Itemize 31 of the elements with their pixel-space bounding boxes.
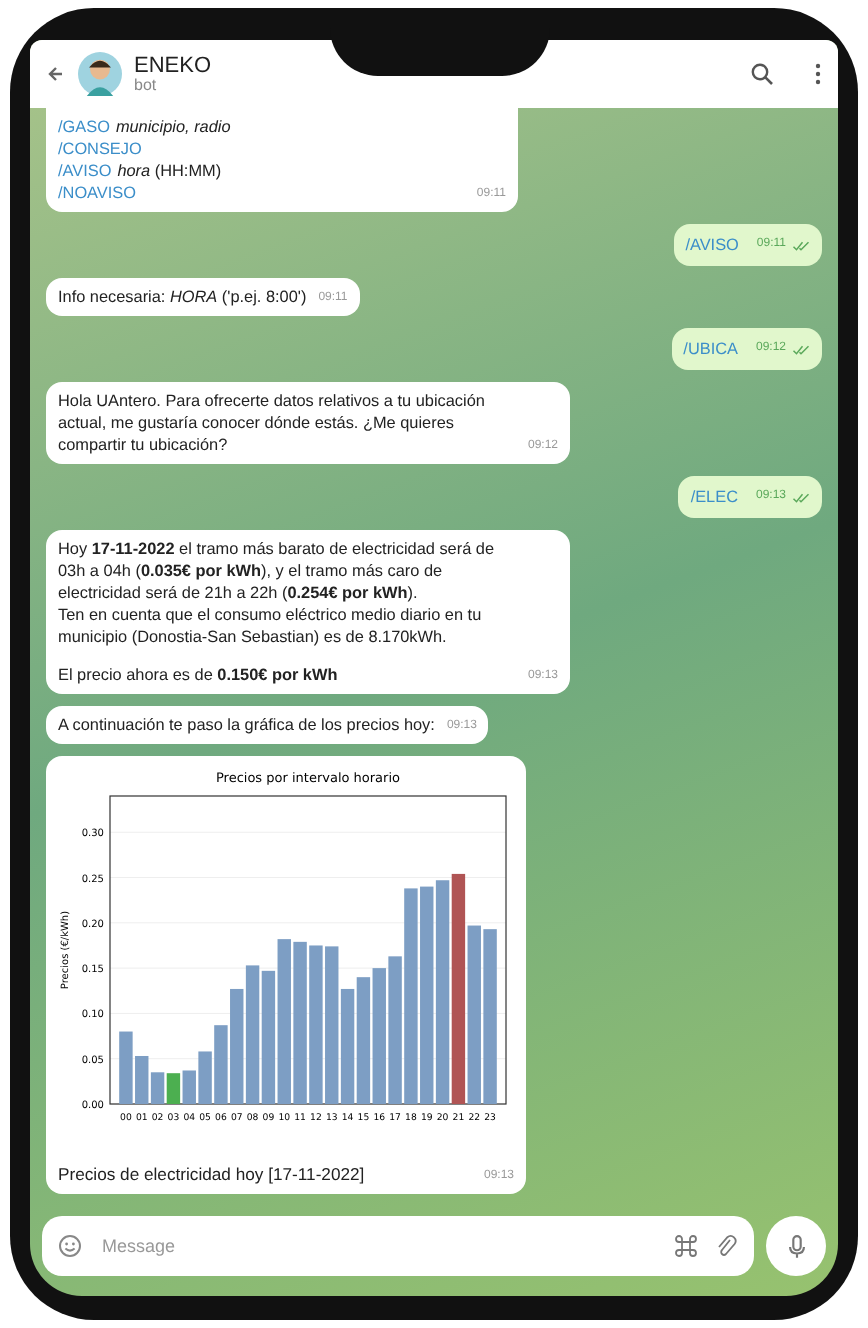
back-arrow-icon[interactable] [46,64,66,84]
command-text: /AVISO [685,234,739,256]
menu-icon[interactable] [814,62,822,86]
double-check-icon [792,239,810,251]
chat-title: ENEKO [134,53,214,78]
message-text: Hola UAntero. Para ofrecerte datos relativos a tu ubicación actual, me gustaría conocer dónde estás. ¿Me quieres compartir tu ubicación? [58,390,487,456]
command-link[interactable]: /AVISO [58,160,112,182]
microphone-icon [783,1233,809,1259]
command-link[interactable]: /CONSEJO [58,138,142,160]
command-arguments: hora (HH:MM) [117,160,222,182]
command-text: /UBICA [683,338,738,360]
microphone-button[interactable] [766,1216,826,1276]
chat-subtitle: bot [134,77,159,95]
command-key-icon[interactable] [674,1234,698,1258]
message-input[interactable]: Message [98,1234,658,1258]
double-check-icon [792,343,810,355]
avatar-icon[interactable] [78,52,122,96]
attachment-icon[interactable] [714,1234,738,1258]
smiley-icon[interactable] [58,1234,82,1258]
message-text: A continuación te paso la gráfica de los precios hoy: [58,714,435,736]
image-caption: Precios de electricidad hoy [17-11-2022] [58,1164,365,1186]
double-check-icon [792,491,810,503]
command-text: /ELEC [690,486,738,508]
message-text: El precio ahora es de 0.150€ por kWh [58,664,340,686]
command-link[interactable]: /GASO [58,116,110,138]
command-link[interactable]: /NOAVISO [58,182,136,204]
message-field[interactable]: Message [42,1216,754,1276]
command-arguments: municipio, radio [115,116,231,138]
message-text: Hoy 17-11-2022 el tramo más barato de electricidad será de 03h a 04h (0.035€ por kWh), y el tramo más caro de electricidad será de 21h a 22h (0.254€ por kWh). Ten en cuenta que el consumo eléctrico medio diario en tu municipio (Donostia-San Sebastian) es de 8.170kWh. [58,538,497,648]
message-text: Info necesaria: HORA ('p.ej. 8:00') [58,286,307,308]
search-icon[interactable] [750,62,774,86]
